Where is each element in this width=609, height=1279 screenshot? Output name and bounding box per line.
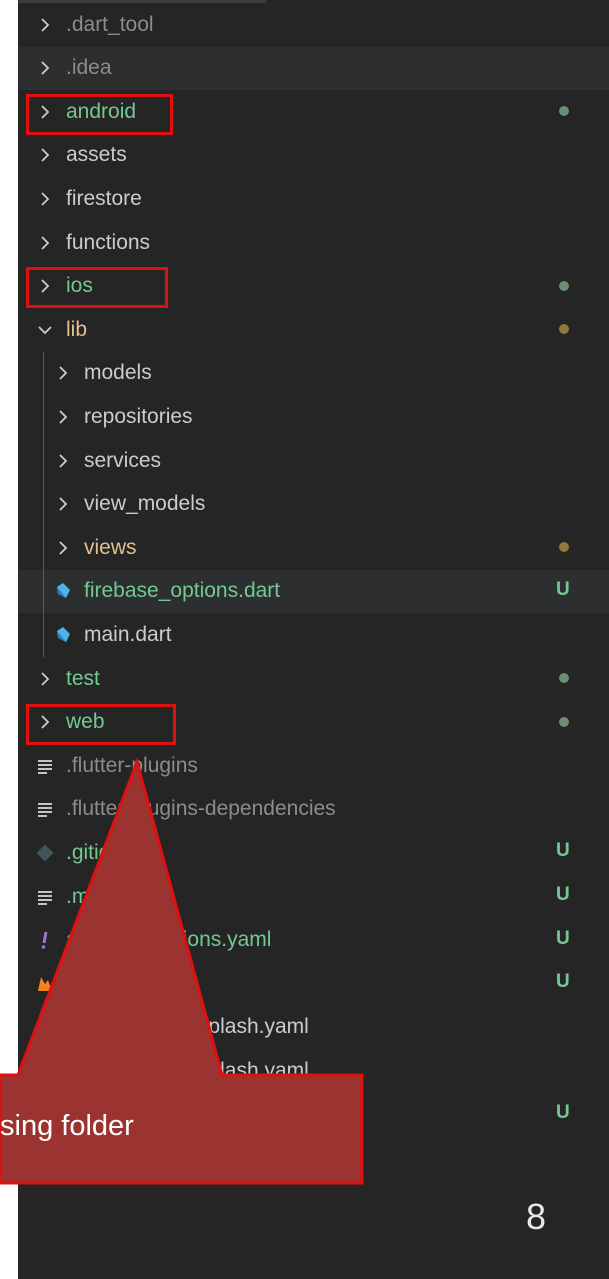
callout-text: sing folder xyxy=(0,1110,134,1142)
callout-arrow xyxy=(0,757,364,1185)
slide-page-number: 8 xyxy=(526,1196,547,1237)
